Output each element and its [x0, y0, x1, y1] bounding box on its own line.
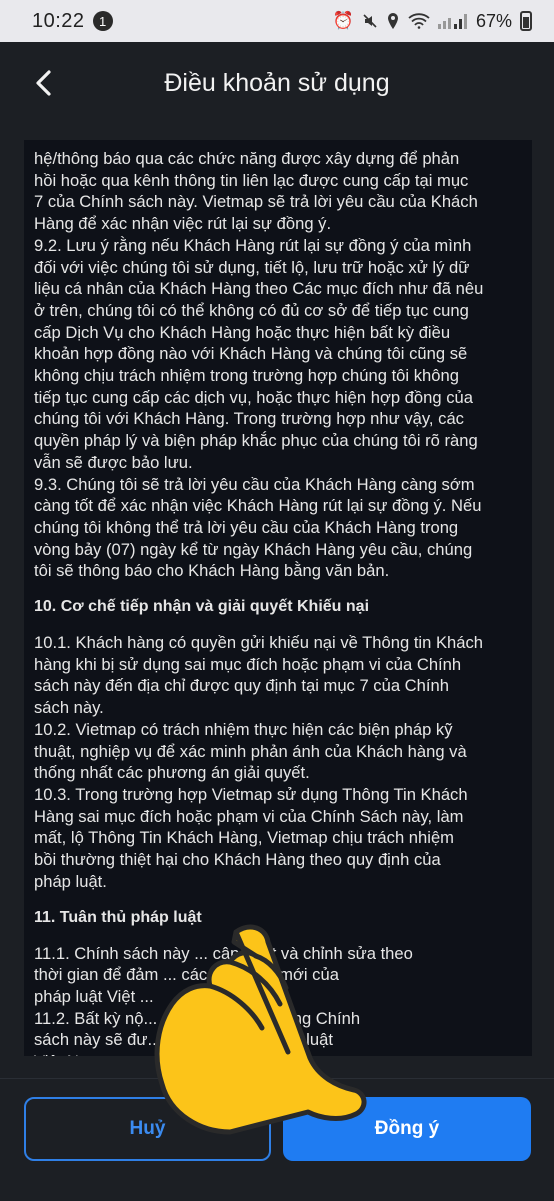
status-bar: 10:22 1 ⏰ 67%: [0, 0, 554, 42]
terms-line: 10.1. Khách hàng có quyền gửi khiếu nại …: [34, 633, 484, 653]
terms-line: chúng tôi không thể trả lời yêu cầu của …: [34, 517, 459, 537]
terms-line: 9.2. Lưu ý rằng nếu Khách Hàng rút lại s…: [34, 235, 472, 255]
terms-line: thời gian để đảm ... các quy định mới củ…: [34, 965, 339, 985]
terms-line: thuật, nghiệp vụ để xác minh phản ánh củ…: [34, 741, 467, 761]
battery-icon: [520, 11, 532, 31]
accept-button[interactable]: Đồng ý: [283, 1097, 531, 1161]
terms-line: hồi hoặc qua kênh thông tin liên lạc đượ…: [34, 170, 469, 190]
terms-line: sách này đến địa chỉ được quy định tại m…: [34, 676, 449, 696]
terms-line: chúng tôi với Khách Hàng. Trong trường h…: [34, 409, 464, 429]
terms-line: khoản hợp đồng nào với Khách Hàng và chú…: [34, 344, 468, 364]
battery-percent: 67%: [475, 10, 512, 31]
terms-block-10: 10.1. Khách hàng có quyền gửi khiếu nại …: [34, 632, 522, 892]
terms-line: 11.1. Chính sách này ... cập nhật và chỉ…: [34, 943, 413, 963]
terms-line: hàng khi bị sử dụng sai mục đích hoặc ph…: [34, 654, 462, 674]
terms-line: ở trên, chúng tôi có thể không có đủ cơ …: [34, 300, 469, 320]
chevron-left-icon[interactable]: [28, 66, 62, 100]
terms-line: cấp Dịch Vụ cho Khách Hàng hoặc thực hiệ…: [34, 322, 451, 342]
terms-line: pháp luật Việt ...: [34, 986, 154, 1006]
cancel-button[interactable]: Huỷ: [24, 1097, 271, 1161]
terms-line: sách này sẽ đư... quy định của pháp luật: [34, 1030, 333, 1050]
terms-content[interactable]: hệ/thông báo qua các chức năng được xây …: [24, 140, 532, 1056]
terms-line: vòng bảy (07) ngày kể từ ngày Khách Hàng…: [34, 539, 473, 559]
terms-line: bồi thường thiệt hại cho Khách Hàng theo…: [34, 850, 441, 870]
location-icon: [387, 13, 398, 29]
terms-line: càng tốt để xác nhận việc Khách Hàng rút…: [34, 496, 482, 516]
section-10-title: 10. Cơ chế tiếp nhận và giải quyết Khiếu…: [34, 598, 370, 616]
terms-line: vẫn sẽ được bảo lưu.: [34, 452, 193, 472]
notification-badge: 1: [92, 11, 113, 31]
page-title: Điều khoản sử dụng: [164, 68, 390, 97]
terms-line: thống nhất các phương án giải quyết.: [34, 763, 310, 783]
mute-icon: [363, 14, 377, 28]
terms-line: hệ/thông báo qua các chức năng được xây …: [34, 149, 460, 168]
terms-line: 10.2. Vietmap có trách nhiệm thực hiện c…: [34, 719, 453, 739]
app-header: Điều khoản sử dụng: [0, 42, 554, 124]
terms-line: 11.2. Bất kỳ nộ... được quy định trong C…: [34, 1008, 361, 1028]
terms-line: Việt Nam.: [34, 1051, 522, 1056]
terms-block-11: 11.1. Chính sách này ... cập nhật và chỉ…: [34, 943, 522, 1057]
terms-line: tiếp tục cung cấp các dịch vụ, hoặc thực…: [34, 387, 473, 407]
terms-line: 10.3. Trong trường hợp Vietmap sử dụng T…: [34, 784, 468, 804]
status-time: 10:22: [32, 9, 85, 32]
terms-line: sách này.: [34, 698, 104, 718]
terms-line: Hàng để xác nhận việc rút lại sự đồng ý.: [34, 214, 332, 234]
terms-line: không chịu trách nhiệm trong trường hợp …: [34, 366, 459, 386]
terms-line: pháp luật.: [34, 871, 107, 891]
section-11-title: 11. Tuân thủ pháp luật: [34, 908, 202, 926]
status-icons: ⏰ 67%: [333, 11, 532, 32]
wifi-icon: [408, 13, 430, 29]
signal-icon: [437, 14, 467, 29]
bottom-action-bar: Huỷ Đồng ý: [0, 1078, 554, 1201]
terms-block-9: hệ/thông báo qua các chức năng được xây …: [34, 148, 522, 582]
terms-line: 7 của Chính sách này. Vietmap sẽ trả lời…: [34, 192, 478, 212]
terms-line: đối với việc chúng tôi sử dụng, tiết lộ,…: [34, 257, 470, 277]
terms-line: Hàng sai mục đích hoặc phạm vi của Chính…: [34, 806, 464, 826]
terms-line: tôi sẽ thông báo cho Khách Hàng bằng văn…: [34, 561, 390, 581]
terms-line: liệu cá nhân của Khách Hàng theo Các mục…: [34, 279, 484, 299]
terms-line: 9.3. Chúng tôi sẽ trả lời yêu cầu của Kh…: [34, 474, 475, 494]
terms-line: quyền pháp lý và biện pháp khắc phục của…: [34, 431, 478, 451]
terms-line: mất, lộ Thông Tin Khách Hàng, Vietmap ch…: [34, 828, 454, 848]
alarm-icon: ⏰: [332, 11, 354, 30]
